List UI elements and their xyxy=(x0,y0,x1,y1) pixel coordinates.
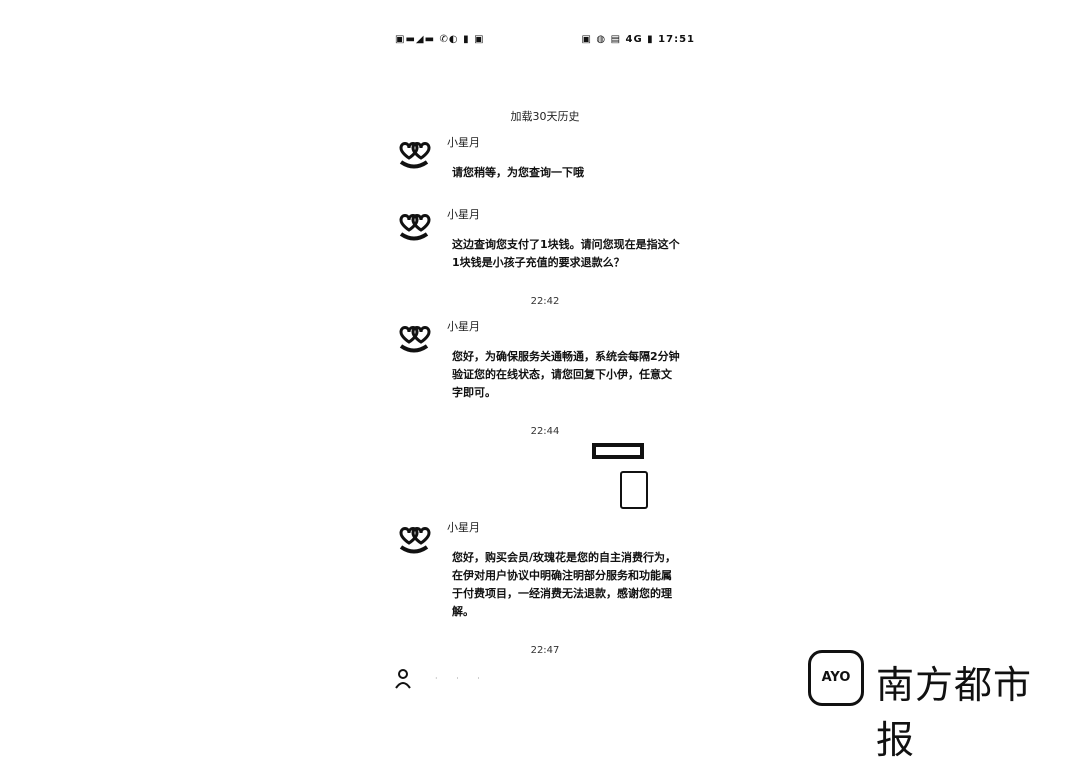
message-text: 这边查询您支付了1块钱。请问您现在是指这个1块钱是小孩子充值的要求退款么？ xyxy=(452,238,680,269)
heart-avatar-icon[interactable] xyxy=(397,210,431,242)
heart-avatar-icon[interactable] xyxy=(397,138,431,170)
timestamp: 22:44 xyxy=(530,426,560,437)
sender-name: 小星月 xyxy=(447,208,480,221)
status-icons-left: ▣▬◢▬ ✆◐ ▮ ▣ xyxy=(395,34,485,45)
chat-message: 小星月 您好，为确保服务关通畅通，系统会每隔2分钟验证您的在线状态，请您回复下小… xyxy=(397,318,697,418)
watermark-text: 南方都市报 xyxy=(876,663,1033,762)
phone-image-icon xyxy=(620,471,648,509)
sender-name: 小星月 xyxy=(447,320,480,333)
input-placeholder-dots: · · · xyxy=(435,674,488,683)
message-text: 请您稍等，为您查询一下哦 xyxy=(452,166,584,179)
newspaper-watermark: AYO 南方都市报 xyxy=(808,648,1068,762)
sender-name: 小星月 xyxy=(447,136,480,149)
timestamp: 22:42 xyxy=(530,296,560,307)
message-text: 您好，购买会员/玫瑰花是您的自主消费行为，在伊对用户协议中明确注明部分服务和功能… xyxy=(452,551,677,618)
status-bar: ▣▬◢▬ ✆◐ ▮ ▣ ▣ ◍ ▤ 4G ▮ 17:51 xyxy=(395,34,695,50)
message-text: 您好，为确保服务关通畅通，系统会每隔2分钟验证您的在线状态，请您回复下小伊，任意… xyxy=(452,350,680,399)
heart-avatar-icon[interactable] xyxy=(397,523,431,555)
timestamp: 22:47 xyxy=(530,645,560,656)
sent-image-message[interactable] xyxy=(592,443,652,513)
sender-name: 小星月 xyxy=(447,521,480,534)
chat-message: 小星月 请您稍等，为您查询一下哦 xyxy=(397,134,697,194)
watermark-logo: AYO xyxy=(808,650,864,706)
chat-message: 小星月 这边查询您支付了1块钱。请问您现在是指这个1块钱是小孩子充值的要求退款么… xyxy=(397,206,697,286)
bottom-input-bar: · · · xyxy=(395,668,695,698)
user-icon[interactable] xyxy=(395,668,411,692)
load-history-link[interactable]: 加载30天历史 xyxy=(385,108,705,124)
chat-message: 小星月 您好，购买会员/玫瑰花是您的自主消费行为，在伊对用户协议中明确注明部分服… xyxy=(397,519,697,639)
image-placeholder xyxy=(592,443,644,459)
status-icons-right: ▣ ◍ ▤ 4G ▮ 17:51 xyxy=(581,34,695,45)
heart-avatar-icon[interactable] xyxy=(397,322,431,354)
chat-screen: ▣▬◢▬ ✆◐ ▮ ▣ ▣ ◍ ▤ 4G ▮ 17:51 加载30天历史 小星月… xyxy=(385,0,705,721)
